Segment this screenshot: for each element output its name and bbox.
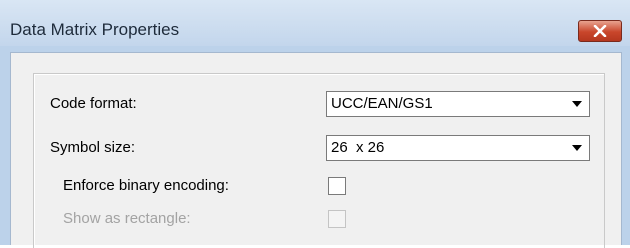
enforce-binary-checkbox[interactable]: [328, 177, 346, 195]
show-rectangle-label: Show as rectangle:: [63, 210, 191, 227]
code-format-select[interactable]: UCC/EAN/GS1: [326, 91, 590, 117]
code-format-label: Code format:: [50, 95, 137, 112]
properties-group: Code format: UCC/EAN/GS1 Symbol size: 26…: [33, 73, 605, 248]
show-rectangle-checkbox[interactable]: [328, 210, 346, 228]
symbol-size-value: 26 x 26: [331, 139, 385, 156]
title-bar[interactable]: Data Matrix Properties: [0, 0, 630, 46]
dialog-body: Code format: UCC/EAN/GS1 Symbol size: 26…: [10, 52, 622, 248]
close-button[interactable]: [578, 20, 622, 42]
close-icon: [593, 25, 607, 37]
enforce-binary-label: Enforce binary encoding:: [63, 177, 229, 194]
window-title: Data Matrix Properties: [10, 20, 180, 39]
code-format-value: UCC/EAN/GS1: [331, 95, 433, 112]
chevron-down-icon[interactable]: [566, 93, 588, 115]
dialog-window: Data Matrix Properties Code format: UCC/…: [0, 0, 630, 248]
chevron-down-icon[interactable]: [566, 137, 588, 159]
symbol-size-label: Symbol size:: [50, 139, 136, 156]
symbol-size-select[interactable]: 26 x 26: [326, 135, 590, 161]
